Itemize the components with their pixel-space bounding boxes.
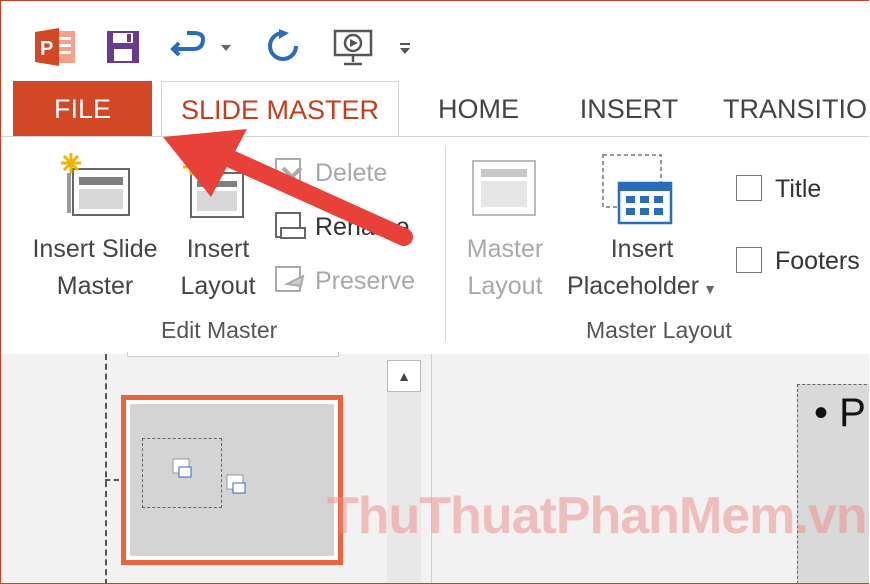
- annotation-arrow: [163, 129, 413, 246]
- app-window: P FILE SLIDE MASTER HOME INSERT TRANSITI…: [0, 0, 869, 584]
